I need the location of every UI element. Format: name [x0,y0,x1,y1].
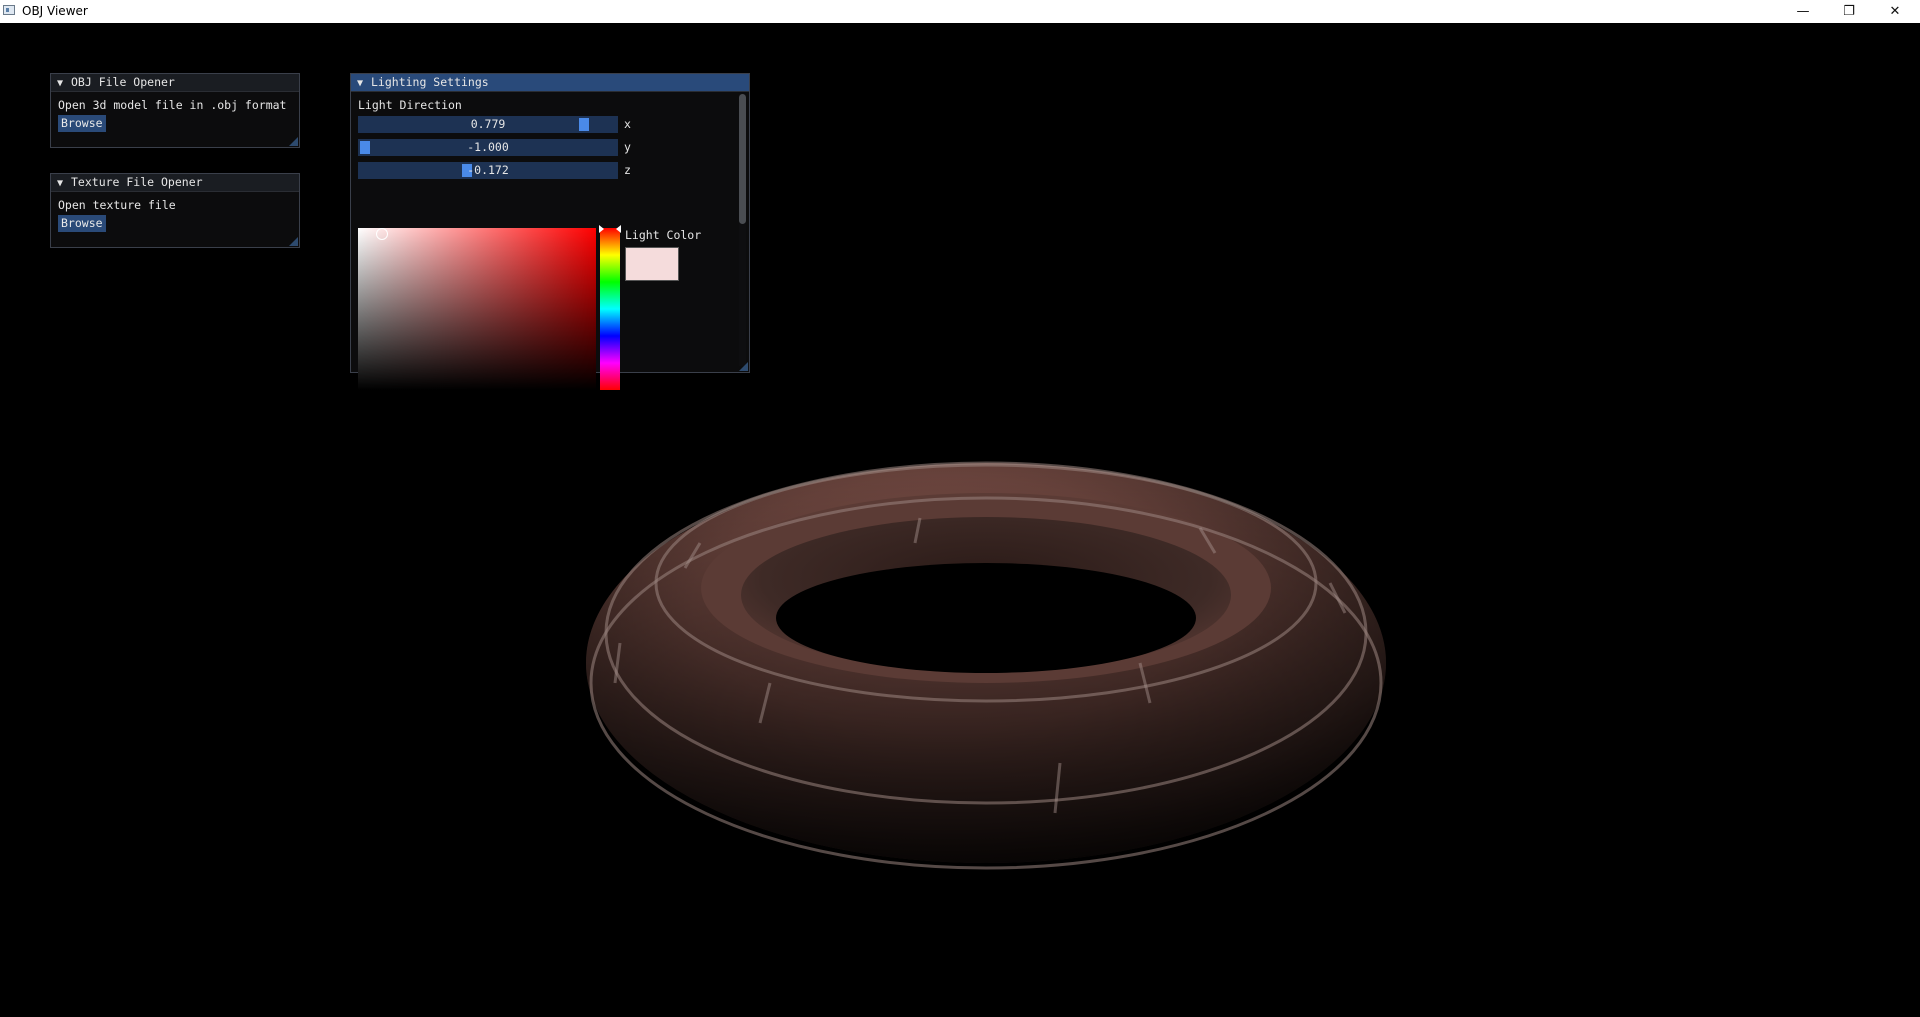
obj-panel-description: Open 3d model file in .obj format [58,98,287,112]
close-button[interactable]: ✕ [1872,0,1918,22]
light-color-swatch[interactable] [625,247,679,281]
axis-label-y: y [624,140,631,154]
axis-label-z: z [624,163,631,177]
slider-value-x: 0.779 [470,117,506,131]
texture-panel-header[interactable]: ▼ Texture File Opener [51,174,299,192]
obj-panel-title: OBJ File Opener [71,75,175,89]
lighting-panel-title: Lighting Settings [371,75,489,89]
resize-grip[interactable] [289,137,298,146]
color-picker-hue-bar[interactable] [599,225,621,390]
minimize-button[interactable]: — [1780,0,1826,22]
light-direction-z-slider[interactable]: -0.172 [358,162,618,179]
light-direction-y-slider[interactable]: -1.000 [358,139,618,156]
obj-panel-header[interactable]: ▼ OBJ File Opener [51,74,299,92]
triangle-down-icon[interactable]: ▼ [57,75,71,92]
texture-panel-title: Texture File Opener [71,175,203,189]
slider-row-x: 0.779 x [358,114,742,134]
scrollbar-thumb[interactable] [739,94,746,224]
axis-label-x: x [624,117,631,131]
triangle-down-icon[interactable]: ▼ [57,175,71,192]
resize-grip[interactable] [739,362,748,371]
texture-browse-button[interactable]: Browse [58,215,106,232]
triangle-down-icon[interactable]: ▼ [357,75,371,92]
texture-panel-description: Open texture file [58,198,176,212]
lighting-panel-header[interactable]: ▼ Lighting Settings [351,74,749,92]
resize-grip[interactable] [289,237,298,246]
hue-marker-left-icon[interactable] [599,225,604,233]
slider-row-z: -0.172 z [358,160,742,180]
title-bar: OBJ Viewer — ❐ ✕ [0,0,1920,23]
light-direction-label: Light Direction [358,98,462,112]
app-window-icon [3,5,15,15]
hue-marker-right-icon[interactable] [616,225,621,233]
color-picker-cursor[interactable] [376,228,388,240]
slider-row-y: -1.000 y [358,137,742,157]
light-direction-x-slider[interactable]: 0.779 [358,116,618,133]
restore-button[interactable]: ❐ [1826,0,1872,22]
color-picker-sv-square[interactable] [358,228,596,390]
lighting-settings-panel: ▼ Lighting Settings Light Direction 0.779… [350,73,750,390]
obj-browse-button[interactable]: Browse [58,115,106,132]
slider-value-y: -1.000 [467,140,509,154]
obj-file-opener-panel: ▼ OBJ File Opener Open 3d model file in .… [50,73,300,148]
slider-value-z: -0.172 [467,163,509,177]
light-color-label: Light Color [625,228,702,242]
window-title: OBJ Viewer [22,4,88,18]
panel-scrollbar[interactable] [739,94,746,366]
texture-file-opener-panel: ▼ Texture File Opener Open texture file B… [50,173,300,248]
